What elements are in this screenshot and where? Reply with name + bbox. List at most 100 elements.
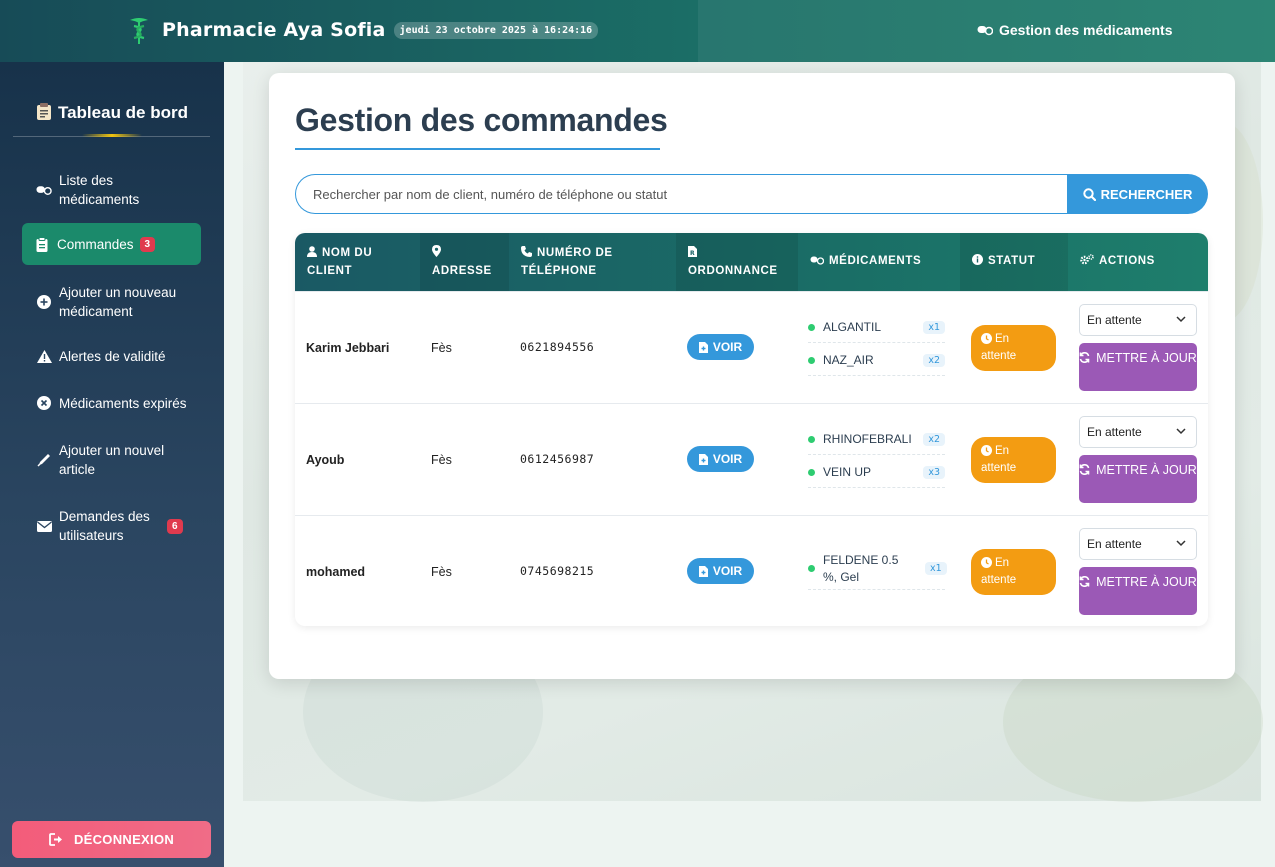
cogs-icon xyxy=(1080,254,1094,271)
sidebar-item-medicaments-expires[interactable]: Médicaments expirés xyxy=(22,393,201,413)
logout-button[interactable]: DÉCONNEXION xyxy=(12,821,211,858)
datetime-badge: jeudi 23 octobre 2025 à 16:24:16 xyxy=(393,21,599,39)
app-title: Pharmacie Aya Sofia xyxy=(162,19,386,41)
page-title: Gestion des commandes xyxy=(295,102,668,138)
column-header-client: NOM DU CLIENT xyxy=(307,245,373,277)
logout-label: DÉCONNEXION xyxy=(73,832,175,847)
column-header-medications: MÉDICAMENTS xyxy=(798,233,960,291)
status-badge: En attente xyxy=(971,325,1056,371)
pills-icon xyxy=(977,26,993,36)
pen-icon xyxy=(36,452,52,468)
medication-dot xyxy=(808,436,815,443)
sidebar-item-demandes-utilisateurs[interactable]: Demandes des utilisateurs 6 xyxy=(22,507,201,545)
client-phone: 0621894556 xyxy=(520,340,595,354)
sidebar-item-alertes-validite[interactable]: Alertes de validité xyxy=(22,346,201,366)
client-address: Fès xyxy=(431,341,452,355)
nav-link-label: Gestion des médicaments xyxy=(999,22,1173,38)
sidebar-item-ajouter-article[interactable]: Ajouter un nouvel article xyxy=(22,441,201,479)
sidebar-item-ajouter-medicament[interactable]: Ajouter un nouveau médicament xyxy=(22,283,201,321)
client-address: Fès xyxy=(431,453,452,467)
sidebar-item-label: Liste des médicaments xyxy=(59,173,140,207)
medication-dot xyxy=(808,469,815,476)
chevron-down-icon xyxy=(1176,316,1186,323)
file-medical-icon xyxy=(698,565,708,577)
medication-dot xyxy=(808,357,815,364)
status-badge: En attente xyxy=(971,437,1056,483)
status-select[interactable]: En attente xyxy=(1079,528,1197,560)
client-phone: 0612456987 xyxy=(520,452,595,466)
sync-icon xyxy=(1079,464,1090,475)
update-button[interactable]: METTRE À JOUR xyxy=(1079,455,1197,503)
map-marker-icon xyxy=(432,244,441,263)
update-button[interactable]: METTRE À JOUR xyxy=(1079,567,1197,615)
file-medical-icon xyxy=(698,341,708,353)
chevron-down-icon xyxy=(1176,540,1186,547)
status-select[interactable]: En attente xyxy=(1079,416,1197,448)
search-button-label: RECHERCHER xyxy=(1100,186,1193,202)
clipboard-icon xyxy=(36,102,52,125)
sidebar-item-label: Demandes des utilisateurs xyxy=(59,509,150,543)
pills-icon xyxy=(810,254,825,271)
column-header-address: ADRESSE xyxy=(420,233,509,291)
medication-dot xyxy=(808,324,815,331)
status-select[interactable]: En attente xyxy=(1079,304,1197,336)
sidebar-divider-accent xyxy=(82,134,142,137)
search-input[interactable] xyxy=(295,174,1068,214)
envelope-icon xyxy=(36,518,52,534)
warning-icon xyxy=(36,348,52,364)
sync-icon xyxy=(1079,352,1090,363)
requests-count-badge: 6 xyxy=(167,518,183,534)
brand[interactable]: Pharmacie Aya Sofia jeudi 23 octobre 202… xyxy=(124,14,599,46)
clock-icon xyxy=(981,557,992,568)
file-medical-icon xyxy=(698,453,708,465)
caduceus-icon xyxy=(124,14,154,46)
clipboard-list-icon xyxy=(34,236,50,252)
title-underline xyxy=(295,148,660,150)
orders-table: NOM DU CLIENT ADRESSE NUMÉRO DE TÉLÉPHON… xyxy=(295,233,1208,626)
medication-qty: x2 xyxy=(923,433,945,446)
view-prescription-button[interactable]: VOIR xyxy=(687,558,754,584)
table-header: NOM DU CLIENT ADRESSE NUMÉRO DE TÉLÉPHON… xyxy=(295,233,1208,291)
client-address: Fès xyxy=(431,565,452,579)
table-row: Karim Jebbari Fès 0621894556 VOIR ALGANT… xyxy=(295,291,1208,403)
times-circle-icon xyxy=(36,395,52,411)
medication-item: VEIN UP x3 xyxy=(808,458,945,488)
clock-icon xyxy=(981,445,992,456)
column-header-status: STATUT xyxy=(960,233,1068,291)
sidebar-item-liste-medicaments[interactable]: Liste des médicaments xyxy=(22,171,201,209)
medication-qty: x1 xyxy=(925,562,947,575)
client-phone: 0745698215 xyxy=(520,564,595,578)
sync-icon xyxy=(1079,576,1090,587)
medication-qty: x1 xyxy=(923,321,945,334)
client-name: Karim Jebbari xyxy=(306,341,390,355)
clock-icon xyxy=(981,333,992,344)
client-name: mohamed xyxy=(306,565,366,579)
sidebar-item-label: Ajouter un nouvel article xyxy=(59,443,165,477)
search-button[interactable]: RECHERCHER xyxy=(1067,174,1208,214)
update-button[interactable]: METTRE À JOUR xyxy=(1079,343,1197,391)
view-prescription-button[interactable]: VOIR xyxy=(687,334,754,360)
search-icon xyxy=(1082,187,1096,201)
sidebar-item-label: Ajouter un nouveau médicament xyxy=(59,285,177,319)
sidebar-title: Tableau de bord xyxy=(0,102,224,125)
medication-item: FELDENE 0.5 %, Gel x1 xyxy=(808,548,947,590)
phone-icon xyxy=(521,245,532,263)
medication-item: NAZ_AIR x2 xyxy=(808,346,945,376)
sign-out-icon xyxy=(49,833,62,846)
sidebar-item-commandes[interactable]: Commandes 3 xyxy=(22,223,201,265)
nav-link-medicaments[interactable]: Gestion des médicaments xyxy=(977,22,1173,38)
top-header: Pharmacie Aya Sofia jeudi 23 octobre 202… xyxy=(0,0,1275,62)
column-header-actions: ACTIONS xyxy=(1068,233,1208,291)
medication-qty: x2 xyxy=(923,354,945,367)
column-header-prescription: R ORDONNANCE xyxy=(676,233,798,291)
orders-count-badge: 3 xyxy=(139,236,156,252)
medication-item: RHINOFEBRALI x2 xyxy=(808,425,945,455)
plus-circle-icon xyxy=(36,294,52,310)
column-header-phone: NUMÉRO DE TÉLÉPHONE xyxy=(521,245,613,277)
user-icon xyxy=(307,245,317,263)
sidebar-item-label: Commandes xyxy=(57,236,134,252)
sidebar-item-label: Alertes de validité xyxy=(59,348,166,364)
view-prescription-button[interactable]: VOIR xyxy=(687,446,754,472)
chevron-down-icon xyxy=(1176,428,1186,435)
pills-icon xyxy=(36,182,52,198)
